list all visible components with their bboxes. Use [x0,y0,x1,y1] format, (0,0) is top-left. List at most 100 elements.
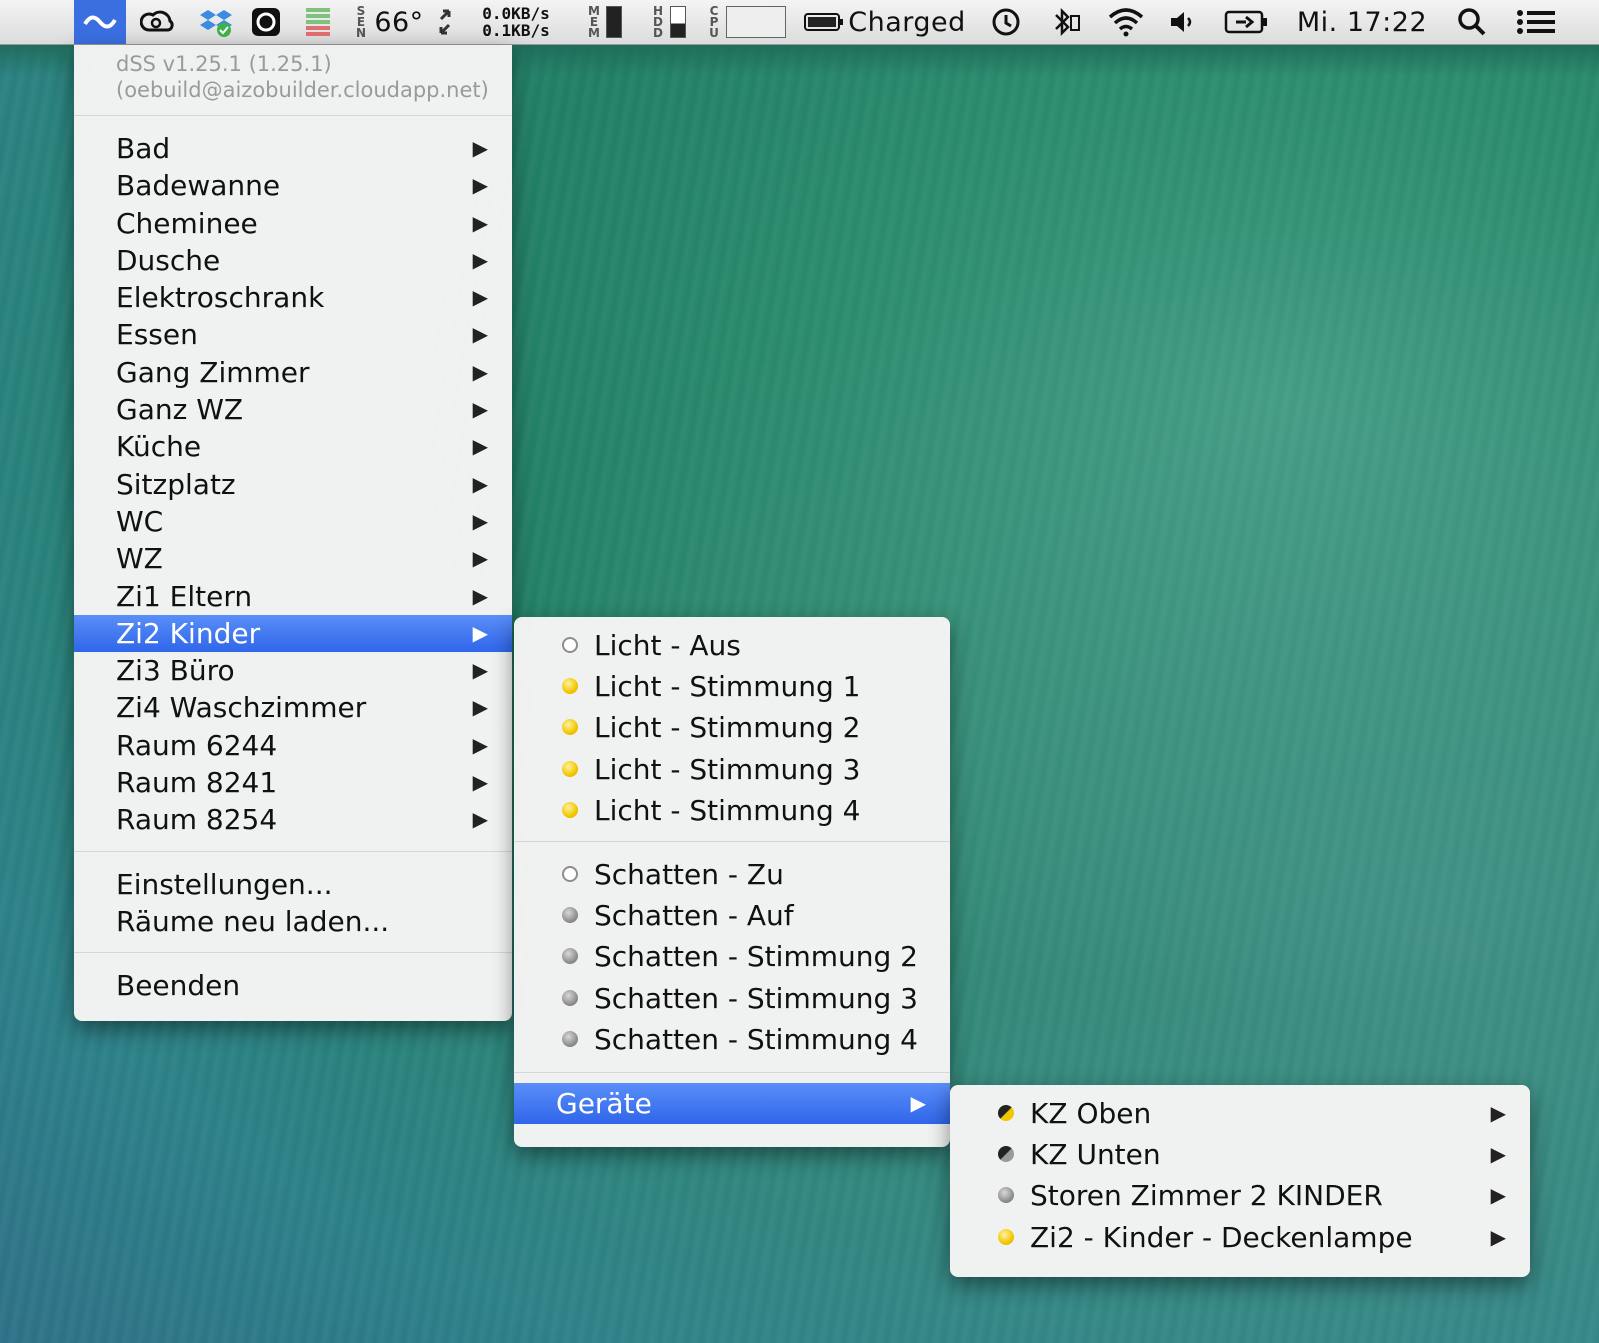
fan-arrows-icon [432,0,458,44]
scene-item-licht-stimmung-2[interactable]: Licht - Stimmung 2 [514,707,950,748]
device-item-kz-unten[interactable]: KZ Unten ▶ [950,1134,1530,1175]
settings-menu-item[interactable]: Einstellungen... [74,866,512,903]
device-item-storen-zimmer-2-kinder[interactable]: Storen Zimmer 2 KINDER ▶ [950,1175,1530,1216]
network-speed[interactable]: 0.0KB/s 0.1KB/s [470,0,562,44]
menu-separator [514,1071,950,1073]
room-menu-item-dusche[interactable]: Dusche ▶ [74,242,512,279]
scene-item-licht-stimmung-1[interactable]: Licht - Stimmung 1 [514,666,950,707]
submenu-arrow-icon: ▶ [472,620,488,645]
item-label: Schatten - Zu [594,857,784,891]
room-menu-item-cheminee[interactable]: Cheminee ▶ [74,205,512,242]
item-label: Zi2 - Kinder - Deckenlampe [1030,1220,1413,1254]
room-menu-item-elektroschrank[interactable]: Elektroschrank ▶ [74,279,512,316]
item-label: Licht - Stimmung 3 [594,752,861,786]
room-menu-item-ganz-wz[interactable]: Ganz WZ ▶ [74,391,512,428]
room-menu-item-gang-zimmer[interactable]: Gang Zimmer ▶ [74,354,512,391]
status-dot-icon [562,719,578,736]
item-label: Licht - Aus [594,629,741,662]
network-download: 0.1KB/s [482,21,550,40]
menu-separator [74,850,512,852]
submenu-arrow-icon: ▶ [1490,1142,1506,1167]
menu-separator [74,115,512,116]
main-dropdown-menu: dSS v1.25.1 (1.25.1) (oebuild@aizobuilde… [74,45,512,1021]
room-label: Raum 6244 [116,728,278,762]
menu-bar: S E N 66° 0.0KB/s 0.1KB/s M E M H D D C … [0,0,1599,45]
scene-item-schatten-stimmung-4[interactable]: Schatten - Stimmung 4 [514,1019,950,1060]
devices-menu-item[interactable]: Geräte ▶ [514,1082,950,1125]
scene-item-licht-stimmung-4[interactable]: Licht - Stimmung 4 [514,790,950,831]
notification-center-icon[interactable] [1512,0,1560,44]
room-label: Zi3 Büro [116,654,235,688]
room-label: Raum 8241 [116,766,278,800]
room-menu-item-zi3-buro[interactable]: Zi3 Büro ▶ [74,652,512,689]
scene-item-licht-aus[interactable]: Licht - Aus [514,625,950,666]
time-machine-icon[interactable] [986,0,1026,44]
room-label: Küche [116,430,202,464]
room-menu-item-essen[interactable]: Essen ▶ [74,316,512,353]
status-dot-icon [562,678,578,695]
shade-scene-list: Schatten - Zu Schatten - Auf Schatten - St… [514,854,950,1060]
submenu-arrow-icon: ▶ [472,285,488,310]
room-menu-item-badewanne[interactable]: Badewanne ▶ [74,167,512,204]
cpu-meter[interactable]: C P U [702,0,792,44]
volume-icon[interactable] [1164,0,1200,44]
clock[interactable]: Mi. 17:22 [1292,0,1432,44]
bluetooth-icon[interactable] [1046,0,1086,44]
devices-submenu: KZ Oben ▶ KZ Unten ▶ Storen Zimmer 2 KINDER ▶… [950,1085,1530,1277]
room-menu-item-zi2-kinder[interactable]: Zi2 Kinder ▶ [74,614,512,653]
submenu-arrow-icon: ▶ [472,807,488,832]
battery-charging-icon[interactable] [1222,0,1272,44]
light-scene-list: Licht - Aus Licht - Stimmung 1 Licht - Sti… [514,625,950,831]
battery-small-icon [802,0,846,44]
cpu-graph [726,6,786,38]
room-menu-item-zi4-waschzimmer[interactable]: Zi4 Waschzimmer ▶ [74,689,512,726]
submenu-arrow-icon: ▶ [472,322,488,347]
creative-cloud-icon[interactable] [136,0,180,44]
quit-menu-item[interactable]: Beenden [74,967,512,1004]
device-item-kz-oben[interactable]: KZ Oben ▶ [950,1093,1530,1134]
disk-meter[interactable]: H D D [646,0,692,44]
room-label: WC [116,504,164,538]
status-dot-icon [562,637,578,653]
room-label: Badewanne [116,169,281,203]
device-item-zi2-kinder-deckenlampe[interactable]: Zi2 - Kinder - Deckenlampe ▶ [950,1217,1530,1258]
temperature-value[interactable]: 66° [372,0,426,44]
room-menu-item-kuche[interactable]: Küche ▶ [74,428,512,465]
room-menu-item-wc[interactable]: WC ▶ [74,503,512,540]
scene-item-schatten-zu[interactable]: Schatten - Zu [514,854,950,895]
hdd-label: H D D [652,3,664,40]
submenu-arrow-icon: ▶ [910,1090,926,1115]
room-menu-item-zi1-eltern[interactable]: Zi1 Eltern ▶ [74,578,512,615]
device-list: KZ Oben ▶ KZ Unten ▶ Storen Zimmer 2 KINDER ▶… [950,1093,1530,1258]
scene-item-schatten-auf[interactable]: Schatten - Auf [514,895,950,936]
item-label: Schatten - Auf [594,899,794,933]
dropbox-icon[interactable] [194,0,238,44]
reload-rooms-menu-item[interactable]: Räume neu laden... [74,903,512,940]
room-menu-item-wz[interactable]: WZ ▶ [74,540,512,577]
room-menu-item-bad[interactable]: Bad ▶ [74,130,512,167]
submenu-arrow-icon: ▶ [472,508,488,533]
submenu-arrow-icon: ▶ [472,695,488,720]
status-dot-icon [562,865,578,882]
memory-meter[interactable]: M E M [582,0,628,44]
item-label: KZ Unten [1030,1138,1161,1172]
scene-item-schatten-stimmung-2[interactable]: Schatten - Stimmung 2 [514,936,950,977]
scene-item-licht-stimmung-3[interactable]: Licht - Stimmung 3 [514,749,950,790]
scene-item-schatten-stimmung-3[interactable]: Schatten - Stimmung 3 [514,978,950,1019]
room-menu-item-raum-6244[interactable]: Raum 6244 ▶ [74,727,512,764]
app-helmet-icon[interactable] [248,0,284,44]
room-label: Cheminee [116,206,258,240]
battery-status[interactable]: Charged [848,0,965,44]
wifi-icon[interactable] [1104,0,1148,44]
network-upload: 0.0KB/s [482,4,550,23]
submenu-arrow-icon: ▶ [1490,1224,1506,1249]
spotlight-search-icon[interactable] [1452,0,1492,44]
item-label: Licht - Stimmung 4 [594,793,861,827]
room-menu-item-sitzplatz[interactable]: Sitzplatz ▶ [74,466,512,503]
room-menu-item-raum-8254[interactable]: Raum 8254 ▶ [74,801,512,838]
level-meter-icon[interactable] [300,0,336,44]
room-label: Essen [116,318,198,352]
room-label: Gang Zimmer [116,355,310,389]
room-menu-item-raum-8241[interactable]: Raum 8241 ▶ [74,764,512,801]
digitalstrom-app-icon[interactable] [74,0,126,44]
